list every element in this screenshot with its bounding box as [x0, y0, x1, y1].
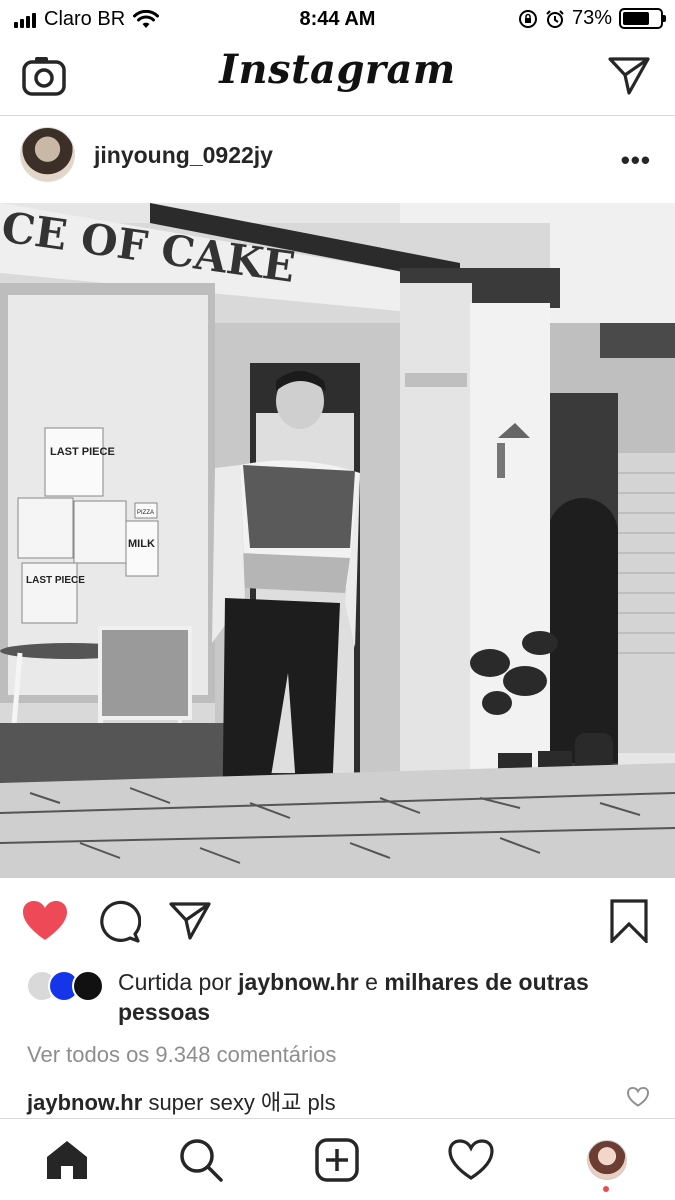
liked-by-prefix: Curtida por [118, 969, 232, 995]
battery-percent: 73% [571, 7, 612, 29]
likes-summary: Curtida por jaybnow.hr e milhares de out… [26, 965, 656, 1035]
home-icon[interactable] [44, 1137, 90, 1183]
save-bookmark-icon[interactable] [606, 898, 652, 944]
share-icon[interactable] [167, 898, 213, 944]
poster-text-2: MILK [128, 538, 155, 550]
poster-text-4: PIZZA [137, 510, 154, 516]
liked-by-user[interactable]: jaybnow.hr [238, 969, 359, 995]
post-header: jinyoung_0922jy ••• [0, 117, 675, 203]
more-options-icon[interactable]: ••• [621, 145, 651, 176]
post-author-avatar[interactable] [20, 127, 75, 182]
liked-by-and: e [365, 969, 378, 995]
bottom-nav [0, 1118, 675, 1200]
view-all-comments-link[interactable]: Ver todos os 9.348 comentários [27, 1042, 336, 1068]
comment-text: super sexy 애교 pls [148, 1090, 336, 1115]
alarm-icon [546, 9, 564, 28]
notification-dot [603, 1186, 609, 1192]
search-icon[interactable] [178, 1137, 224, 1183]
liker-avatar [72, 970, 104, 1002]
activity-heart-icon[interactable] [448, 1137, 494, 1183]
comment-username[interactable]: jaybnow.hr [27, 1090, 142, 1115]
orientation-lock-icon [518, 9, 537, 28]
status-bar: Claro BR 8:44 AM 73% [0, 0, 675, 38]
profile-tab[interactable] [584, 1137, 630, 1183]
poster-text-3: LAST PIECE [26, 575, 85, 586]
comment-like-heart-icon[interactable] [627, 1086, 649, 1109]
comment-preview: jaybnow.hr super sexy 애교 pls [27, 1085, 336, 1117]
liker-avatars [26, 970, 108, 1004]
battery-icon [619, 8, 666, 29]
poster-text-1: LAST PIECE [50, 446, 115, 458]
instagram-logo: Instagram [219, 46, 456, 93]
post-username[interactable]: jinyoung_0922jy [94, 142, 273, 169]
comment-icon[interactable] [96, 898, 142, 944]
direct-message-icon[interactable] [605, 52, 653, 100]
post-actions [0, 878, 675, 964]
new-post-icon[interactable] [314, 1137, 360, 1183]
like-heart-icon[interactable] [22, 898, 68, 944]
app-header: Instagram [0, 38, 675, 116]
profile-avatar [587, 1140, 627, 1180]
liked-by-text: Curtida por jaybnow.hr e milhares de out… [118, 967, 658, 1027]
post-photo[interactable]: CE OF CAKE LAST PIECE MILK PIZZA LAST PI… [0, 203, 675, 878]
